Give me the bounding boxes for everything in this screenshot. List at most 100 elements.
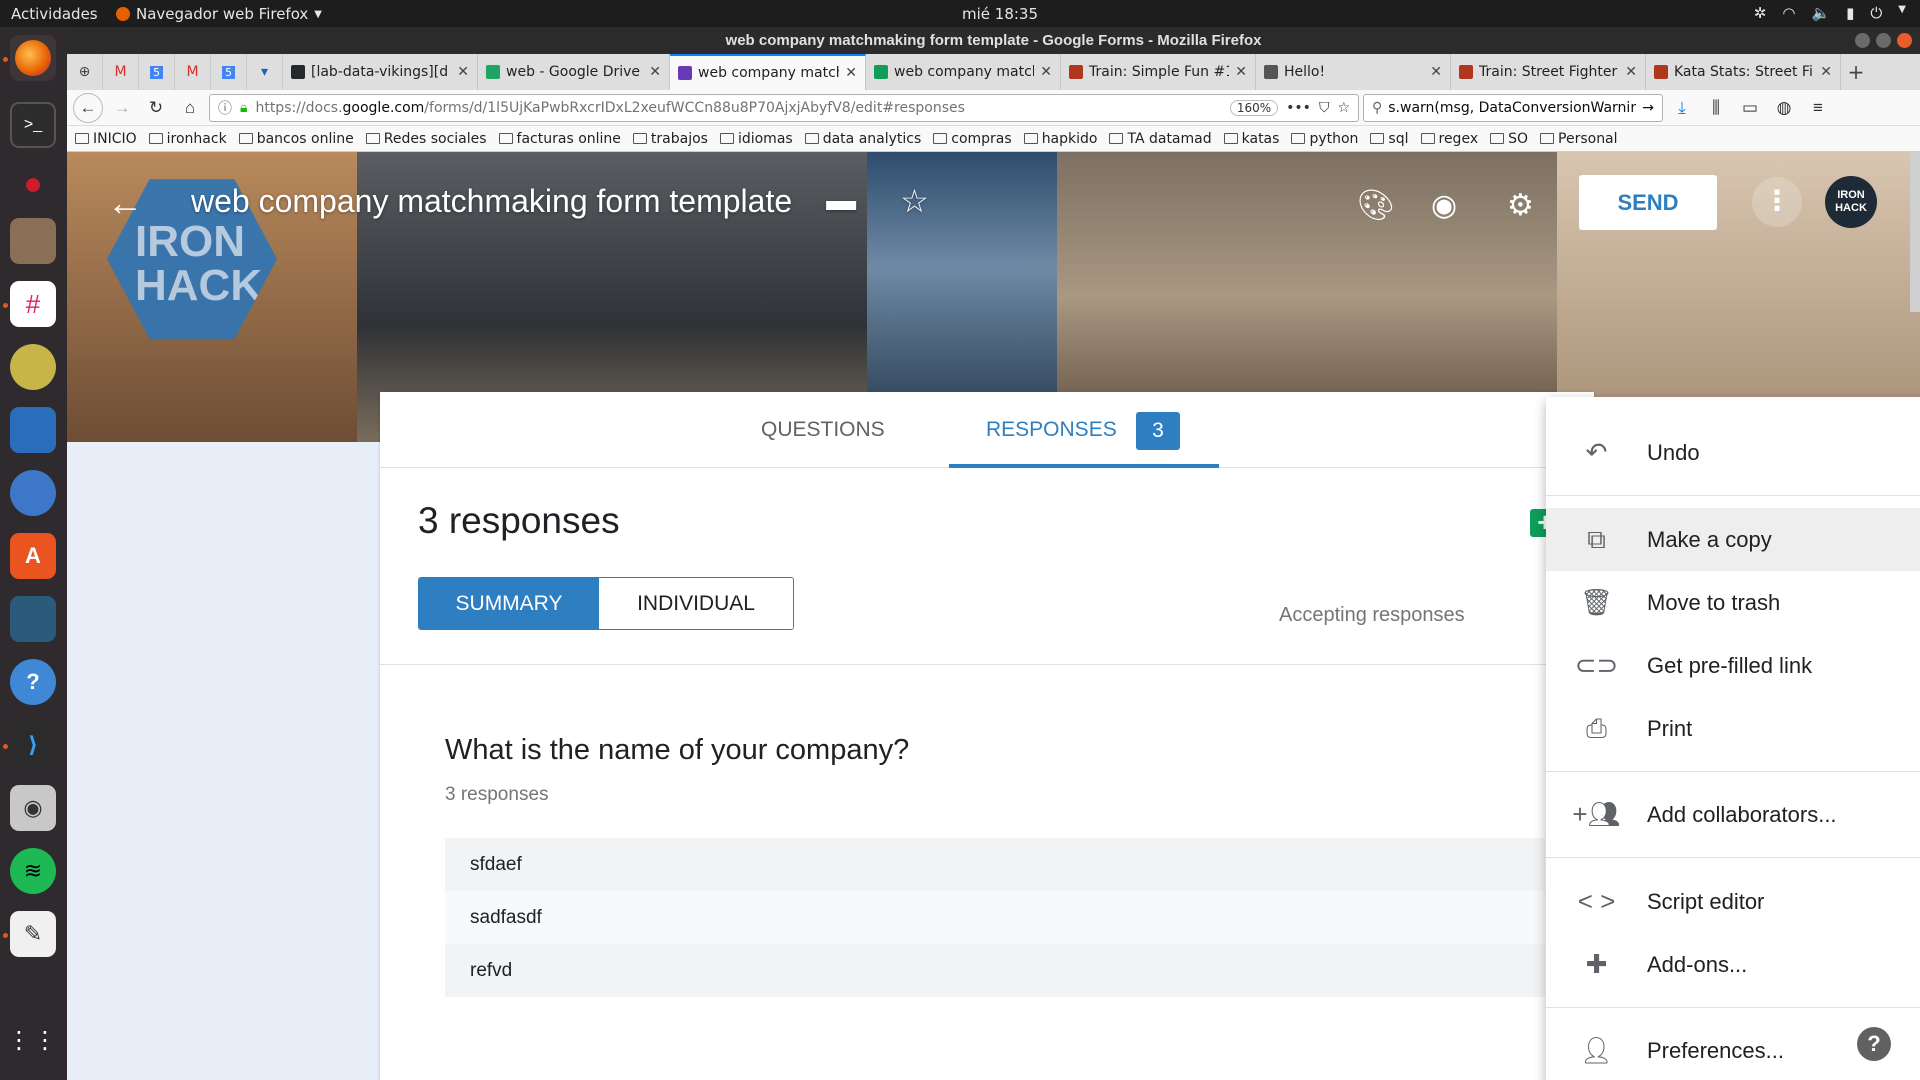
- close-tab-icon[interactable]: ✕: [1235, 64, 1247, 80]
- tab-0[interactable]: [lab-data-vikings][d ✕: [283, 54, 478, 90]
- url-text[interactable]: https://docs.google.com/forms/d/1l5UjKaP…: [255, 100, 1221, 116]
- cherrytree-dock-icon[interactable]: ●: [10, 160, 56, 206]
- downloads-icon[interactable]: ⤓: [1667, 93, 1697, 123]
- clock[interactable]: mié 18:35: [962, 5, 1038, 23]
- battery-icon[interactable]: ▮: [1846, 4, 1854, 22]
- firefox-dock-icon[interactable]: [10, 35, 56, 81]
- menu-item-add-collaborators[interactable]: +👥︎ Add collaborators...: [1546, 783, 1920, 846]
- close-tab-icon[interactable]: ✕: [1625, 64, 1637, 80]
- account-icon[interactable]: ◍: [1769, 93, 1799, 123]
- bookmark-folder[interactable]: Personal: [1540, 131, 1618, 147]
- tab-2[interactable]: web company match ✕: [670, 54, 866, 90]
- tab-6[interactable]: Train: Street Fighter ✕: [1451, 54, 1646, 90]
- bookmark-folder[interactable]: ironhack: [148, 131, 227, 147]
- bookmark-folder[interactable]: idiomas: [719, 131, 793, 147]
- bookmark-folder[interactable]: SO: [1490, 131, 1528, 147]
- close-window-button[interactable]: [1897, 33, 1912, 48]
- bookmark-folder[interactable]: regex: [1420, 131, 1478, 147]
- maximize-button[interactable]: [1876, 33, 1891, 48]
- bookmark-folder[interactable]: hapkido: [1023, 131, 1097, 147]
- url-bar[interactable]: ⓘ 🔒︎ https://docs.google.com/forms/d/1l5…: [209, 93, 1359, 122]
- terminal-dock-icon[interactable]: >_: [10, 102, 56, 148]
- tab-4[interactable]: Train: Simple Fun #1 ✕: [1061, 54, 1256, 90]
- bookmark-folder[interactable]: sql: [1370, 131, 1409, 147]
- text-editor-dock-icon[interactable]: ✎: [10, 911, 56, 957]
- close-tab-icon[interactable]: ✕: [457, 64, 469, 80]
- rhythmbox-dock-icon[interactable]: [10, 344, 56, 390]
- thunderbird-dock-icon[interactable]: [10, 470, 56, 516]
- avatar[interactable]: IRON HACK: [1825, 176, 1877, 228]
- form-title[interactable]: web company matchmaking form template: [191, 183, 792, 220]
- files-dock-icon[interactable]: [10, 218, 56, 264]
- page-actions-icon[interactable]: •••: [1286, 100, 1311, 116]
- bookmark-folder[interactable]: data analytics: [804, 131, 921, 147]
- settings-gear-icon[interactable]: ⚙: [1507, 188, 1534, 223]
- tab-5[interactable]: Hello! ✕: [1256, 54, 1451, 90]
- pinned-tab-calendar-2[interactable]: 5: [211, 54, 247, 90]
- palette-icon[interactable]: 🎨︎: [1357, 188, 1395, 223]
- mysql-workbench-dock-icon[interactable]: [10, 596, 56, 642]
- search-bar[interactable]: ⚲ s.warn(msg, DataConversionWarning) →: [1363, 93, 1663, 122]
- tab-7[interactable]: Kata Stats: Street Fi ✕: [1646, 54, 1841, 90]
- home-button[interactable]: ⌂: [175, 93, 205, 123]
- bookmark-folder[interactable]: katas: [1223, 131, 1279, 147]
- bookmark-folder[interactable]: bancos online: [238, 131, 354, 147]
- writer-dock-icon[interactable]: [10, 407, 56, 453]
- pinned-tab-globe[interactable]: ⊕: [67, 54, 103, 90]
- reload-button[interactable]: ↻: [141, 93, 171, 123]
- close-tab-icon[interactable]: ✕: [1430, 64, 1442, 80]
- tab-1[interactable]: web - Google Drive ✕: [478, 54, 670, 90]
- bookmark-folder[interactable]: INICIO: [75, 131, 137, 147]
- accessibility-icon[interactable]: ✲: [1754, 4, 1767, 22]
- bookmark-folder[interactable]: TA datamad: [1109, 131, 1212, 147]
- new-tab-button[interactable]: +: [1841, 54, 1871, 90]
- spotify-dock-icon[interactable]: ≋: [10, 848, 56, 894]
- chevron-down-icon[interactable]: ▼: [1898, 4, 1906, 22]
- summary-button[interactable]: SUMMARY: [419, 578, 599, 629]
- bookmark-star-icon[interactable]: ☆: [1337, 100, 1350, 116]
- menu-item-undo[interactable]: ↶ Undo: [1546, 421, 1920, 484]
- back-arrow-icon[interactable]: ←: [107, 182, 143, 224]
- bookmark-folder[interactable]: trabajos: [632, 131, 708, 147]
- library-icon[interactable]: ⫼: [1701, 93, 1731, 123]
- bookmark-folder[interactable]: facturas online: [498, 131, 621, 147]
- pocket-icon[interactable]: ⛉: [1319, 100, 1330, 116]
- zoom-indicator[interactable]: 160%: [1229, 99, 1279, 116]
- system-tray[interactable]: ✲ ◠ 🔈 ▮ ⏻ ▼: [1754, 4, 1906, 22]
- menu-item-get-pre-filled-link[interactable]: ⊂⊃ Get pre-filled link: [1546, 634, 1920, 697]
- page-scrollbar[interactable]: [1910, 152, 1920, 312]
- menu-hamburger-icon[interactable]: ≡: [1803, 93, 1833, 123]
- app-menu[interactable]: Navegador web Firefox ▼: [116, 5, 322, 23]
- activities-button[interactable]: Actividades: [11, 5, 98, 23]
- tab-3[interactable]: web company match ✕: [866, 54, 1061, 90]
- info-icon[interactable]: ⓘ: [218, 98, 232, 118]
- close-tab-icon[interactable]: ✕: [1820, 64, 1832, 80]
- send-button[interactable]: SEND: [1579, 175, 1717, 230]
- slack-dock-icon[interactable]: #: [10, 281, 56, 327]
- individual-button[interactable]: INDIVIDUAL: [599, 578, 793, 629]
- close-tab-icon[interactable]: ✕: [649, 64, 661, 80]
- tab-questions[interactable]: QUESTIONS: [761, 418, 885, 442]
- bookmark-folder[interactable]: Redes sociales: [365, 131, 487, 147]
- help-icon[interactable]: ?: [1857, 1027, 1891, 1061]
- bookmark-folder[interactable]: python: [1291, 131, 1358, 147]
- menu-item-move-to-trash[interactable]: 🗑︎ Move to trash: [1546, 571, 1920, 634]
- power-icon[interactable]: ⏻: [1870, 4, 1882, 22]
- forward-button[interactable]: →: [107, 93, 137, 123]
- menu-item-make-a-copy[interactable]: ⧉ Make a copy: [1546, 508, 1920, 571]
- go-arrow-icon[interactable]: →: [1642, 100, 1654, 116]
- back-button[interactable]: ←: [73, 92, 103, 123]
- software-center-dock-icon[interactable]: A: [10, 533, 56, 579]
- bookmark-folder[interactable]: compras: [933, 131, 1012, 147]
- minimize-button[interactable]: [1855, 33, 1870, 48]
- show-apps-icon[interactable]: ⋮⋮: [7, 1017, 57, 1063]
- wifi-icon[interactable]: ◠: [1782, 4, 1795, 22]
- close-tab-icon[interactable]: ✕: [1040, 64, 1052, 80]
- menu-item-script-editor[interactable]: < > Script editor: [1546, 870, 1920, 933]
- more-options-icon[interactable]: ⋮: [1752, 177, 1802, 227]
- pinned-tab-gmail-2[interactable]: M: [175, 54, 211, 90]
- camera-dock-icon[interactable]: ◉: [10, 785, 56, 831]
- sidebar-icon[interactable]: ▭: [1735, 93, 1765, 123]
- star-icon[interactable]: ☆: [900, 182, 929, 220]
- folder-icon[interactable]: ▬: [826, 184, 856, 218]
